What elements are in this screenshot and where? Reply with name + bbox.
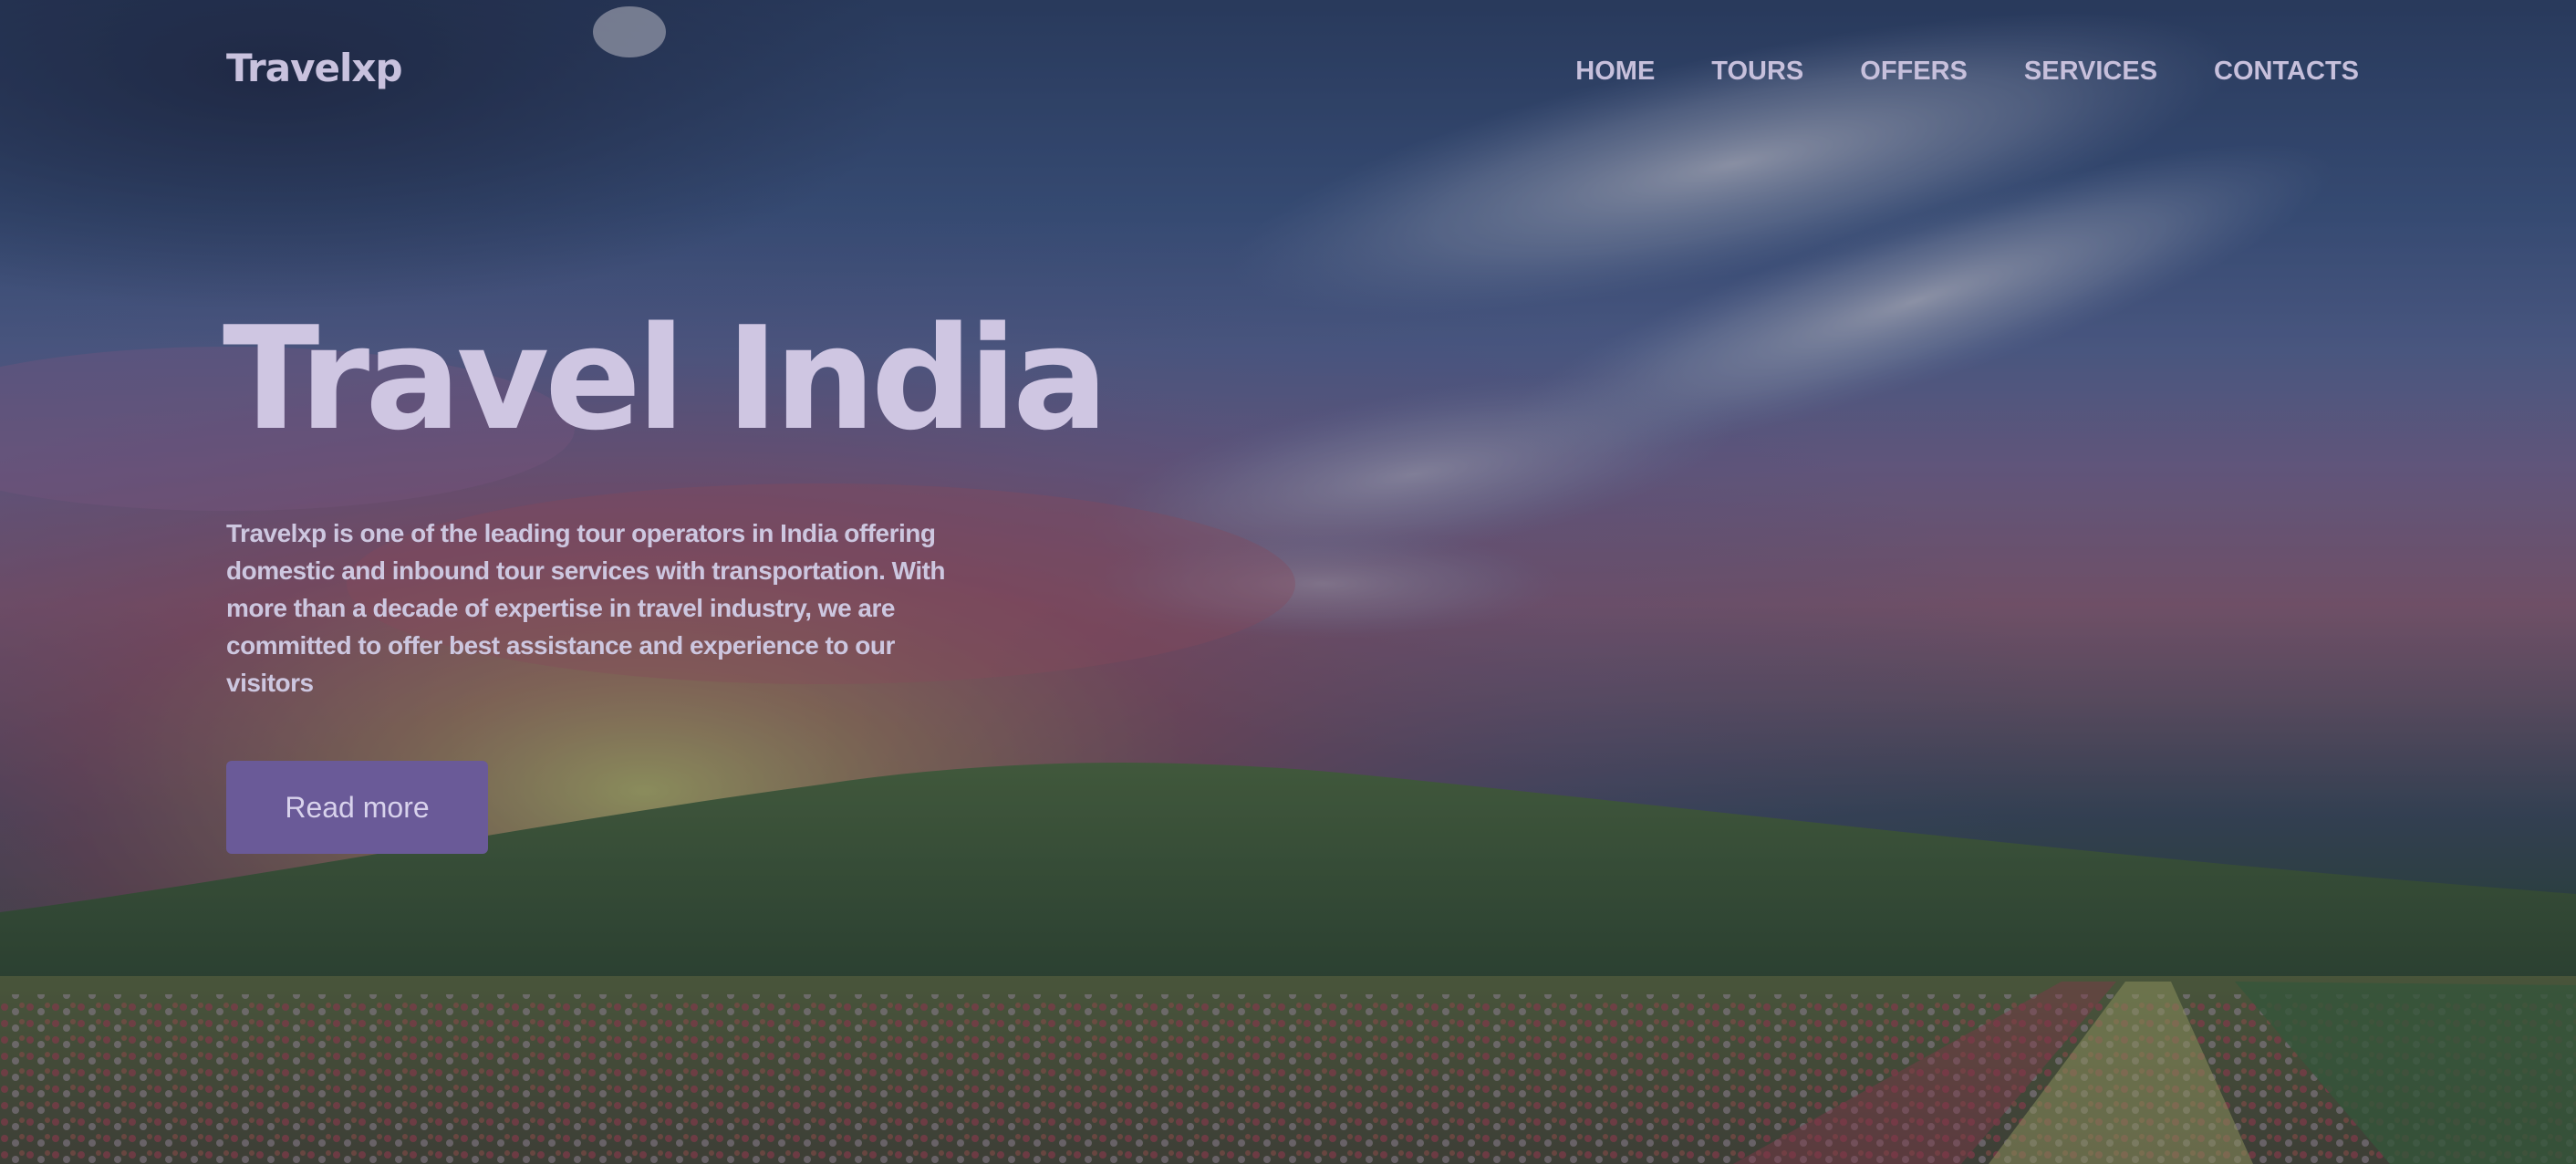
hero-description: Travelxp is one of the leading tour oper… [226, 519, 946, 697]
nav-item-contacts[interactable]: CONTACTS [2214, 57, 2359, 87]
nav-item-offers[interactable]: OFFERS [1860, 57, 1968, 87]
nav-item-tours[interactable]: TOURS [1711, 57, 1803, 87]
nav-item-home[interactable]: HOME [1575, 57, 1655, 87]
main-navigation: HOME TOURS OFFERS SERVICES CONTACTS [1575, 57, 2359, 87]
hero-section: Travelxp HOME TOURS OFFERS SERVICES CONT… [0, 0, 2576, 1164]
hero-content: Travelxp HOME TOURS OFFERS SERVICES CONT… [0, 0, 2576, 1164]
nav-item-services[interactable]: SERVICES [2024, 57, 2157, 87]
brand-logo[interactable]: Travelxp [226, 46, 403, 90]
read-more-button[interactable]: Read more [226, 761, 488, 854]
hero-title: Travel India [223, 296, 1108, 462]
